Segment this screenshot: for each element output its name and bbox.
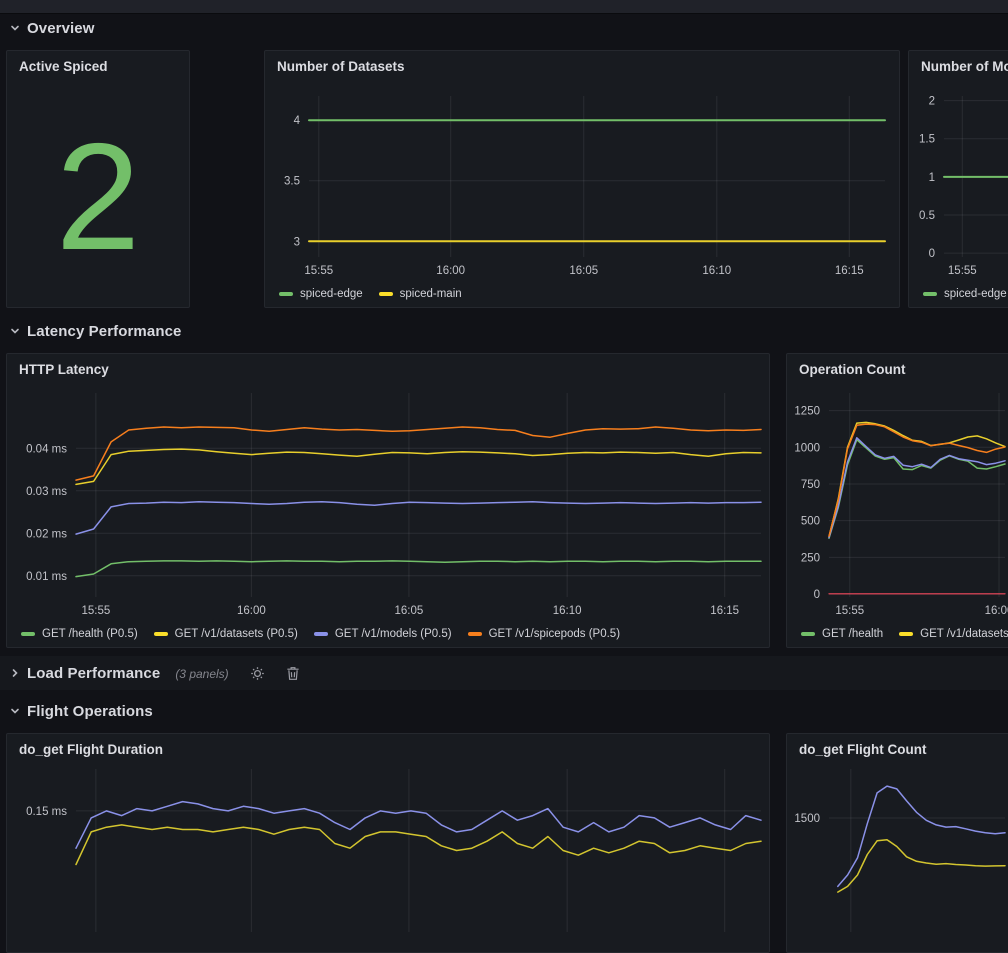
operation-count-chart[interactable]: 15:55 16:00 0 250 500 750 1000 1250 — [787, 354, 1008, 647]
svg-text:16:15: 16:15 — [835, 265, 864, 277]
panel-do-get-flight-count: do_get Flight Count 1500 — [786, 733, 1008, 953]
chevron-right-icon — [9, 667, 21, 679]
legend-color-chip — [21, 632, 35, 636]
gear-icon[interactable] — [250, 666, 265, 681]
chevron-down-icon — [9, 325, 21, 337]
panel-title[interactable]: Active Spiced — [19, 59, 108, 74]
svg-text:4: 4 — [294, 115, 301, 127]
models-chart[interactable]: 15:55 0 0.5 1 1.5 2 — [909, 51, 1008, 307]
section-title: Latency Performance — [27, 323, 181, 340]
svg-text:16:00: 16:00 — [985, 605, 1008, 617]
legend-color-chip — [279, 292, 293, 296]
svg-text:15:55: 15:55 — [835, 605, 864, 617]
legend-item[interactable]: GET /health (P0.5) — [21, 628, 138, 640]
section-title: Overview — [27, 20, 95, 37]
stat-value: 2 — [7, 87, 189, 307]
panel-do-get-flight-duration: do_get Flight Duration 0.15 ms — [6, 733, 770, 953]
legend-color-chip — [801, 632, 815, 636]
svg-text:0.03 ms: 0.03 ms — [26, 486, 67, 498]
svg-text:16:10: 16:10 — [702, 265, 731, 277]
svg-text:0.02 ms: 0.02 ms — [26, 528, 67, 540]
panel-title[interactable]: do_get Flight Count — [799, 742, 926, 757]
svg-text:16:15: 16:15 — [710, 605, 739, 617]
panel-title[interactable]: Operation Count — [799, 362, 906, 377]
legend-color-chip — [379, 292, 393, 296]
legend-item[interactable]: spiced-edge — [923, 288, 1007, 300]
svg-text:1: 1 — [929, 172, 935, 184]
legend-item[interactable]: GET /v1/spicepods (P0.5) — [468, 628, 620, 640]
legend-item[interactable]: spiced-main — [379, 288, 462, 300]
svg-text:16:00: 16:00 — [436, 265, 465, 277]
svg-text:16:05: 16:05 — [395, 605, 424, 617]
panels-count: (3 panels) — [175, 667, 228, 681]
panel-title[interactable]: do_get Flight Duration — [19, 742, 163, 757]
svg-text:1250: 1250 — [794, 406, 820, 418]
trash-icon[interactable] — [286, 666, 300, 681]
svg-text:16:00: 16:00 — [237, 605, 266, 617]
svg-text:0: 0 — [929, 248, 935, 260]
section-title: Flight Operations — [27, 703, 153, 720]
svg-text:0: 0 — [814, 589, 820, 601]
panel-number-of-datasets: Number of Datasets 15:5516:0016:0516:101… — [264, 50, 900, 308]
http-latency-chart[interactable]: 15:55 16:00 16:05 16:10 16:15 0.01 ms 0.02 ms 0… — [7, 354, 769, 647]
legend-color-chip — [468, 632, 482, 636]
svg-text:1500: 1500 — [794, 813, 820, 825]
legend-color-chip — [314, 632, 328, 636]
section-flight-operations[interactable]: Flight Operations — [0, 697, 1008, 725]
svg-text:1000: 1000 — [794, 442, 820, 454]
section-latency-performance[interactable]: Latency Performance — [0, 317, 1008, 345]
flight-count-chart[interactable]: 1500 — [787, 734, 1008, 952]
legend-color-chip — [899, 632, 913, 636]
svg-text:2: 2 — [929, 96, 935, 108]
svg-text:15:55: 15:55 — [304, 265, 333, 277]
chart-legend: spiced-edge — [923, 288, 1007, 300]
legend-item[interactable]: GET /v1/models (P0.5) — [314, 628, 452, 640]
svg-text:3.5: 3.5 — [284, 176, 300, 188]
chart-legend: GET /health GET /v1/datasets — [801, 628, 1008, 640]
panel-title[interactable]: Number of Datasets — [277, 59, 405, 74]
section-title: Load Performance — [27, 665, 160, 682]
svg-text:15:55: 15:55 — [948, 265, 977, 277]
datasets-chart[interactable]: 15:55 16:00 16:05 16:10 16:15 3 3.5 4 — [265, 51, 899, 307]
section-load-performance[interactable]: Load Performance (3 panels) — [0, 656, 1008, 690]
chart-legend: GET /health (P0.5) GET /v1/datasets (P0.5… — [21, 628, 620, 640]
section-overview[interactable]: Overview — [0, 14, 1008, 42]
legend-color-chip — [154, 632, 168, 636]
legend-item[interactable]: GET /health — [801, 628, 883, 640]
panel-title[interactable]: HTTP Latency — [19, 362, 109, 377]
svg-text:1.5: 1.5 — [919, 134, 935, 146]
chart-legend: spiced-edge spiced-main — [279, 288, 462, 300]
svg-text:16:10: 16:10 — [553, 605, 582, 617]
legend-item[interactable]: GET /v1/datasets (P0.5) — [154, 628, 298, 640]
svg-text:0.01 ms: 0.01 ms — [26, 571, 67, 583]
svg-text:15:55: 15:55 — [81, 605, 110, 617]
svg-text:250: 250 — [801, 552, 820, 564]
panel-number-of-models: Number of Models 15:55 0 0.5 1 1.5 2 spiced-e… — [908, 50, 1008, 308]
svg-text:500: 500 — [801, 516, 820, 528]
chevron-down-icon — [9, 22, 21, 34]
svg-text:0.5: 0.5 — [919, 210, 935, 222]
svg-text:750: 750 — [801, 479, 820, 491]
panel-http-latency: HTTP Latency 15:55 16:00 16:05 16:10 16:15 0.… — [6, 353, 770, 648]
legend-item[interactable]: spiced-edge — [279, 288, 363, 300]
top-toolbar — [0, 0, 1008, 14]
panel-operation-count: Operation Count 15:55 16:00 0 250 500 750 1000… — [786, 353, 1008, 648]
panel-active-spiced: Active Spiced 2 — [6, 50, 190, 308]
svg-text:3: 3 — [294, 236, 300, 248]
svg-text:16:05: 16:05 — [569, 265, 598, 277]
panel-title[interactable]: Number of Models — [921, 59, 1008, 74]
flight-duration-chart[interactable]: 0.15 ms — [7, 734, 769, 952]
legend-item[interactable]: GET /v1/datasets — [899, 628, 1008, 640]
svg-text:0.15 ms: 0.15 ms — [26, 806, 67, 818]
svg-text:0.04 ms: 0.04 ms — [26, 443, 67, 455]
chevron-down-icon — [9, 705, 21, 717]
legend-color-chip — [923, 292, 937, 296]
